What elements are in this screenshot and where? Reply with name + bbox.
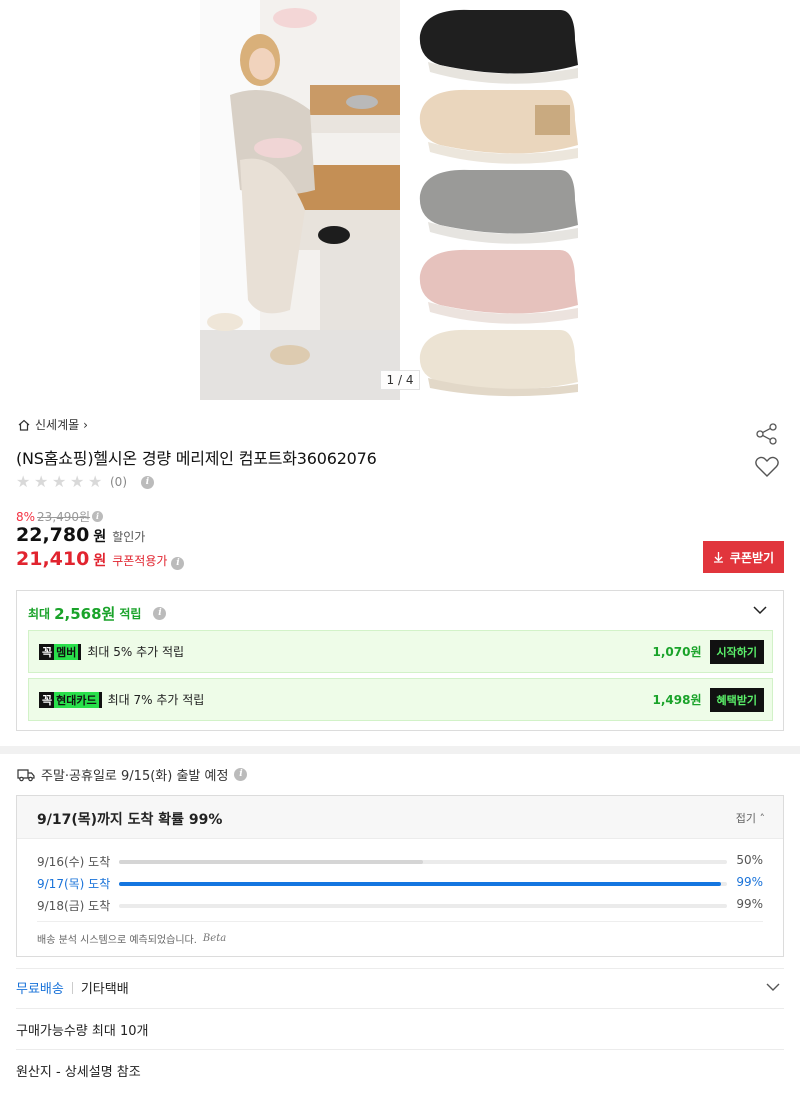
member-reward-text: 최대 5% 추가 적립 [87, 645, 185, 659]
reward-prefix: 최대 [28, 607, 51, 621]
chevron-down-icon[interactable] [766, 982, 780, 992]
sale-price-tag: 할인가 [112, 530, 146, 544]
card-reward-row: 꼭 현대카드 최대 7% 추가 적립 1,498원 혜택받기 [28, 678, 773, 721]
section-divider [0, 746, 800, 754]
reward-points-box: 최대 2,568원 적립 i 꼭 멤버 최대 5% 추가 적립 1,070원 시작… [16, 590, 784, 731]
share-icon[interactable] [754, 421, 780, 447]
image-counter: 1 / 4 [380, 370, 420, 390]
product-image-gallery[interactable]: 1 / 4 [200, 0, 600, 400]
delivery-note: 배송 분석 시스템으로 예측되었습니다. Beta [37, 933, 227, 946]
star-icon: ★ [52, 472, 67, 491]
star-icon: ★ [70, 472, 85, 491]
delivery-options-row[interactable]: 무료배송 기타택배 [16, 978, 784, 997]
chevron-right-icon: › [83, 417, 88, 432]
departure-text: 주말·공휴일로 9/15(화) 출발 예정 [41, 769, 229, 784]
coupon-price: 21,410 [16, 548, 90, 570]
original-price-line: 8% 23,490원 i [16, 508, 104, 525]
probability-bar [119, 904, 727, 908]
probability-bar [119, 860, 727, 864]
reward-summary: 최대 2,568원 적립 i [28, 603, 167, 624]
store-link[interactable]: 신세계몰 › [17, 416, 88, 433]
reward-amount: 2,568원 [54, 605, 116, 623]
sale-price: 22,780 [16, 524, 90, 546]
star-icon: ★ [88, 472, 103, 491]
probability-bar [119, 882, 727, 886]
delivery-estimate-box: 9/17(목)까지 도착 확률 99% 접기 ˄ 9/16(수) 도착 50% … [16, 795, 784, 957]
truck-icon [17, 768, 35, 781]
member-reward-amount: 1,070원 [652, 645, 702, 659]
courier-label: 기타택배 [80, 982, 129, 997]
probability-row: 9/16(수) 도착 50% [37, 853, 763, 869]
delivery-estimate-header: 9/17(목)까지 도착 확률 99% 접기 ˄ [17, 796, 783, 839]
get-benefit-button[interactable]: 혜택받기 [709, 687, 764, 712]
original-price: 23,490원 [37, 510, 91, 524]
coupon-price-line: 21,410 원 쿠폰적용가 i [16, 548, 185, 570]
info-icon[interactable]: i [153, 607, 167, 620]
sale-price-unit: 원 [93, 529, 107, 545]
free-shipping-label: 무료배송 [16, 982, 64, 997]
discount-percent: 8% [16, 509, 36, 524]
info-icon[interactable]: i [141, 475, 154, 489]
divider [16, 1049, 784, 1050]
start-member-button[interactable]: 시작하기 [709, 639, 764, 664]
probability-row: 9/17(목) 도착 99% [37, 875, 763, 891]
info-icon[interactable]: i [92, 511, 104, 522]
coupon-price-unit: 원 [93, 553, 107, 569]
probability-row: 9/18(금) 도착 99% [37, 897, 763, 913]
origin-info: 원산지 - 상세설명 참조 [16, 1065, 141, 1080]
card-reward-amount: 1,498원 [652, 693, 702, 707]
store-name: 신세계몰 [35, 418, 80, 432]
member-reward-row: 꼭 멤버 최대 5% 추가 적립 1,070원 시작하기 [28, 630, 773, 673]
divider [37, 921, 763, 922]
beta-label: Beta [202, 933, 227, 944]
download-icon [713, 552, 723, 563]
rating: ★ ★ ★ ★ ★ (0) i [16, 474, 154, 490]
info-icon[interactable]: i [234, 768, 248, 781]
star-icon: ★ [34, 472, 49, 491]
sale-price-line: 22,780 원 할인가 [16, 524, 145, 546]
divider [16, 1008, 784, 1009]
product-color-variants-photo [400, 0, 600, 400]
home-icon [18, 419, 30, 431]
member-badge: 꼭 멤버 [39, 643, 82, 660]
reward-suffix: 적립 [119, 607, 142, 621]
card-reward-text: 최대 7% 추가 적립 [107, 693, 205, 707]
model-photo [200, 0, 400, 400]
get-coupon-button[interactable]: 쿠폰받기 [703, 541, 784, 573]
get-coupon-label: 쿠폰받기 [729, 550, 775, 565]
card-badge: 꼭 현대카드 [39, 691, 102, 708]
divider [71, 981, 73, 994]
review-count[interactable]: (0) [110, 475, 127, 489]
purchase-limit: 구매가능수량 최대 10개 [16, 1024, 149, 1039]
chevron-up-icon: ˄ [759, 812, 766, 825]
heart-icon[interactable] [754, 455, 780, 479]
coupon-price-tag: 쿠폰적용가 [112, 554, 168, 568]
product-title: (NS홈쇼핑)헬시온 경량 메리제인 컴포트화36062076 [16, 449, 377, 468]
star-icon: ★ [16, 472, 31, 491]
delivery-headline: 9/17(목)까지 도착 확률 99% [37, 812, 223, 828]
chevron-down-icon[interactable] [753, 605, 767, 615]
shipping-departure: 주말·공휴일로 9/15(화) 출발 예정 i [17, 765, 248, 784]
fold-button[interactable]: 접기 ˄ [736, 810, 765, 826]
divider [16, 968, 784, 969]
info-icon[interactable]: i [171, 557, 185, 570]
